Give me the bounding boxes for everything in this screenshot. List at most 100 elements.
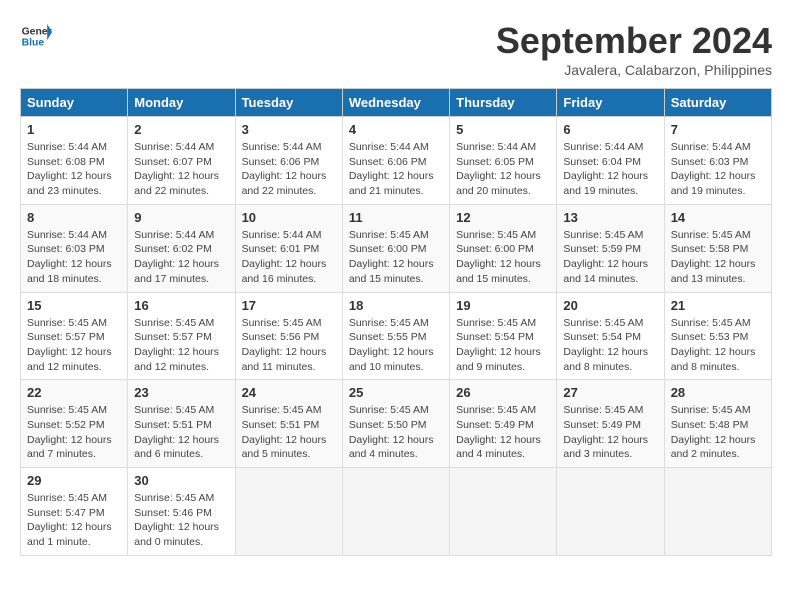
day-number: 19 [456,298,550,313]
day-number: 7 [671,122,765,137]
calendar-cell: 7 Sunrise: 5:44 AMSunset: 6:03 PMDaylight… [664,117,771,205]
day-detail: Sunrise: 5:45 AMSunset: 5:57 PMDaylight:… [134,316,228,375]
weekday-header-tuesday: Tuesday [235,89,342,117]
calendar-cell: 28 Sunrise: 5:45 AMSunset: 5:48 PMDayligh… [664,380,771,468]
calendar-week-row: 8 Sunrise: 5:44 AMSunset: 6:03 PMDaylight… [21,204,772,292]
day-number: 20 [563,298,657,313]
calendar-cell: 21Sunrise: 5:45 AMSunset: 5:53 PMDayligh… [664,292,771,380]
location-subtitle: Javalera, Calabarzon, Philippines [496,62,772,78]
day-detail: Sunrise: 5:45 AMSunset: 5:52 PMDaylight:… [27,403,121,462]
day-number: 28 [671,385,765,400]
day-detail: Sunrise: 5:45 AMSunset: 5:49 PMDaylight:… [456,403,550,462]
day-number: 27 [563,385,657,400]
calendar-cell: 8 Sunrise: 5:44 AMSunset: 6:03 PMDaylight… [21,204,128,292]
day-number: 14 [671,210,765,225]
day-number: 30 [134,473,228,488]
day-detail: Sunrise: 5:45 AMSunset: 5:58 PMDaylight:… [671,228,765,287]
calendar-cell: 30 Sunrise: 5:45 AMSunset: 5:46 PMDayligh… [128,468,235,556]
day-detail: Sunrise: 5:45 AMSunset: 5:55 PMDaylight:… [349,316,443,375]
day-detail: Sunrise: 5:45 AMSunset: 5:54 PMDaylight:… [563,316,657,375]
day-detail: Sunrise: 5:45 AMSunset: 5:48 PMDaylight:… [671,403,765,462]
calendar-cell: 9 Sunrise: 5:44 AMSunset: 6:02 PMDaylight… [128,204,235,292]
day-detail: Sunrise: 5:45 AMSunset: 5:49 PMDaylight:… [563,403,657,462]
day-number: 15 [27,298,121,313]
day-detail: Sunrise: 5:44 AMSunset: 6:07 PMDaylight:… [134,140,228,199]
calendar-cell: 18 Sunrise: 5:45 AMSunset: 5:55 PMDayligh… [342,292,449,380]
day-detail: Sunrise: 5:45 AMSunset: 6:00 PMDaylight:… [349,228,443,287]
day-number: 25 [349,385,443,400]
calendar-cell [450,468,557,556]
calendar-week-row: 22 Sunrise: 5:45 AMSunset: 5:52 PMDayligh… [21,380,772,468]
day-number: 8 [27,210,121,225]
calendar-week-row: 15 Sunrise: 5:45 AMSunset: 5:57 PMDayligh… [21,292,772,380]
day-detail: Sunrise: 5:45 AMSunset: 5:51 PMDaylight:… [242,403,336,462]
day-detail: Sunrise: 5:44 AMSunset: 6:05 PMDaylight:… [456,140,550,199]
day-number: 24 [242,385,336,400]
calendar-cell: 12Sunrise: 5:45 AMSunset: 6:00 PMDayligh… [450,204,557,292]
calendar-cell: 11 Sunrise: 5:45 AMSunset: 6:00 PMDayligh… [342,204,449,292]
calendar-body: 1 Sunrise: 5:44 AMSunset: 6:08 PMDaylight… [21,117,772,556]
day-detail: Sunrise: 5:45 AMSunset: 5:47 PMDaylight:… [27,491,121,550]
day-detail: Sunrise: 5:44 AMSunset: 6:03 PMDaylight:… [671,140,765,199]
calendar-cell [557,468,664,556]
calendar-cell [342,468,449,556]
calendar-cell: 16Sunrise: 5:45 AMSunset: 5:57 PMDayligh… [128,292,235,380]
calendar-cell: 13 Sunrise: 5:45 AMSunset: 5:59 PMDayligh… [557,204,664,292]
calendar-cell: 6Sunrise: 5:44 AMSunset: 6:04 PMDaylight… [557,117,664,205]
day-number: 22 [27,385,121,400]
calendar-cell: 26 Sunrise: 5:45 AMSunset: 5:49 PMDayligh… [450,380,557,468]
page-header: General Blue September 2024 Javalera, Ca… [20,20,772,78]
day-detail: Sunrise: 5:45 AMSunset: 5:56 PMDaylight:… [242,316,336,375]
calendar-cell: 17 Sunrise: 5:45 AMSunset: 5:56 PMDayligh… [235,292,342,380]
day-detail: Sunrise: 5:44 AMSunset: 6:03 PMDaylight:… [27,228,121,287]
calendar-table: SundayMondayTuesdayWednesdayThursdayFrid… [20,88,772,556]
day-number: 2 [134,122,228,137]
weekday-header-sunday: Sunday [21,89,128,117]
calendar-cell: 1 Sunrise: 5:44 AMSunset: 6:08 PMDaylight… [21,117,128,205]
title-area: September 2024 Javalera, Calabarzon, Phi… [496,20,772,78]
day-number: 1 [27,122,121,137]
day-number: 17 [242,298,336,313]
calendar-cell: 2 Sunrise: 5:44 AMSunset: 6:07 PMDaylight… [128,117,235,205]
day-detail: Sunrise: 5:44 AMSunset: 6:08 PMDaylight:… [27,140,121,199]
day-number: 11 [349,210,443,225]
weekday-header-friday: Friday [557,89,664,117]
day-detail: Sunrise: 5:45 AMSunset: 5:46 PMDaylight:… [134,491,228,550]
calendar-week-row: 1 Sunrise: 5:44 AMSunset: 6:08 PMDaylight… [21,117,772,205]
calendar-cell: 27 Sunrise: 5:45 AMSunset: 5:49 PMDayligh… [557,380,664,468]
calendar-cell: 25 Sunrise: 5:45 AMSunset: 5:50 PMDayligh… [342,380,449,468]
day-detail: Sunrise: 5:44 AMSunset: 6:06 PMDaylight:… [242,140,336,199]
day-number: 6 [563,122,657,137]
day-number: 10 [242,210,336,225]
day-number: 26 [456,385,550,400]
day-detail: Sunrise: 5:45 AMSunset: 5:51 PMDaylight:… [134,403,228,462]
calendar-cell [664,468,771,556]
day-number: 13 [563,210,657,225]
logo: General Blue [20,20,52,52]
calendar-cell: 5Sunrise: 5:44 AMSunset: 6:05 PMDaylight… [450,117,557,205]
calendar-cell: 24 Sunrise: 5:45 AMSunset: 5:51 PMDayligh… [235,380,342,468]
day-detail: Sunrise: 5:45 AMSunset: 5:57 PMDaylight:… [27,316,121,375]
weekday-header-thursday: Thursday [450,89,557,117]
calendar-cell: 23Sunrise: 5:45 AMSunset: 5:51 PMDayligh… [128,380,235,468]
month-title: September 2024 [496,20,772,62]
day-number: 29 [27,473,121,488]
calendar-cell [235,468,342,556]
day-detail: Sunrise: 5:44 AMSunset: 6:02 PMDaylight:… [134,228,228,287]
weekday-header-saturday: Saturday [664,89,771,117]
calendar-cell: 20 Sunrise: 5:45 AMSunset: 5:54 PMDayligh… [557,292,664,380]
calendar-cell: 29 Sunrise: 5:45 AMSunset: 5:47 PMDayligh… [21,468,128,556]
day-number: 12 [456,210,550,225]
day-number: 18 [349,298,443,313]
day-detail: Sunrise: 5:45 AMSunset: 5:59 PMDaylight:… [563,228,657,287]
calendar-cell: 3Sunrise: 5:44 AMSunset: 6:06 PMDaylight… [235,117,342,205]
day-number: 9 [134,210,228,225]
svg-text:Blue: Blue [22,38,45,49]
calendar-header-row: SundayMondayTuesdayWednesdayThursdayFrid… [21,89,772,117]
weekday-header-wednesday: Wednesday [342,89,449,117]
day-detail: Sunrise: 5:44 AMSunset: 6:06 PMDaylight:… [349,140,443,199]
calendar-cell: 15 Sunrise: 5:45 AMSunset: 5:57 PMDayligh… [21,292,128,380]
day-detail: Sunrise: 5:45 AMSunset: 5:50 PMDaylight:… [349,403,443,462]
day-number: 4 [349,122,443,137]
day-detail: Sunrise: 5:44 AMSunset: 6:01 PMDaylight:… [242,228,336,287]
